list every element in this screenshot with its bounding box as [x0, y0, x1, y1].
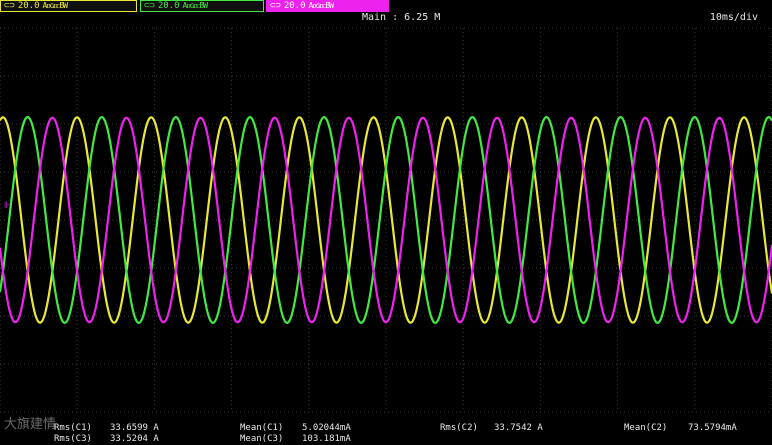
rms-c2-label: Rms(C2) [440, 423, 478, 433]
trigger-level-marker-icon[interactable]: ⊩ [4, 201, 12, 211]
channel-3-symbol: ⊂⊃ [270, 1, 281, 11]
rms-c3-label: Rms(C3) [54, 434, 92, 444]
channel-3-label[interactable]: ⊂⊃ 20.0 AᴅɢᴅᴄBW [266, 0, 389, 12]
channel-2-scale: 20.0 [157, 1, 180, 11]
rms-c2-value: 33.7542 A [494, 423, 543, 433]
channel-1-coupling: AᴅɢᴅᴄBW [42, 1, 69, 10]
mean-c3-label: Mean(C3) [240, 434, 284, 444]
mean-c1-value: 5.02044mA [302, 423, 351, 433]
channel-3-scale: 20.0 [283, 1, 306, 11]
channel-1-scale: 20.0 [17, 1, 40, 11]
mean-c2-value: 73.5794mA [688, 423, 737, 433]
channel-1-label[interactable]: ⊂⊃ 20.0 AᴅɢᴅᴄBW [0, 0, 137, 12]
oscilloscope-screen: ⊂⊃ 20.0 AᴅɢᴅᴄBW ⊂⊃ 20.0 AᴅɢᴅᴄBW ⊂⊃ 20.0 … [0, 0, 772, 445]
channel-2-coupling: AᴅɢᴅᴄBW [182, 1, 209, 10]
mean-c2-label: Mean(C2) [624, 423, 668, 433]
channel-3-coupling: AᴅɢᴅᴄBW [308, 1, 335, 10]
mean-c1-label: Mean(C1) [240, 423, 284, 433]
rms-c1-value: 33.6599 A [110, 423, 159, 433]
rms-c1-label: Rms(C1) [54, 423, 92, 433]
waveform-plot [0, 27, 772, 413]
channel-2-symbol: ⊂⊃ [144, 1, 155, 11]
timebase-main-readout[interactable]: Main : 6.25 M [362, 12, 440, 23]
graticule [0, 27, 772, 413]
watermark-logo: 大旗建情 [4, 417, 57, 432]
timebase-per-div-readout[interactable]: 10ms/div [710, 12, 758, 23]
channel-1-symbol: ⊂⊃ [4, 1, 15, 11]
channel-2-label[interactable]: ⊂⊃ 20.0 AᴅɢᴅᴄBW [140, 0, 264, 12]
rms-c3-value: 33.5204 A [110, 434, 159, 444]
mean-c3-value: 103.181mA [302, 434, 351, 444]
